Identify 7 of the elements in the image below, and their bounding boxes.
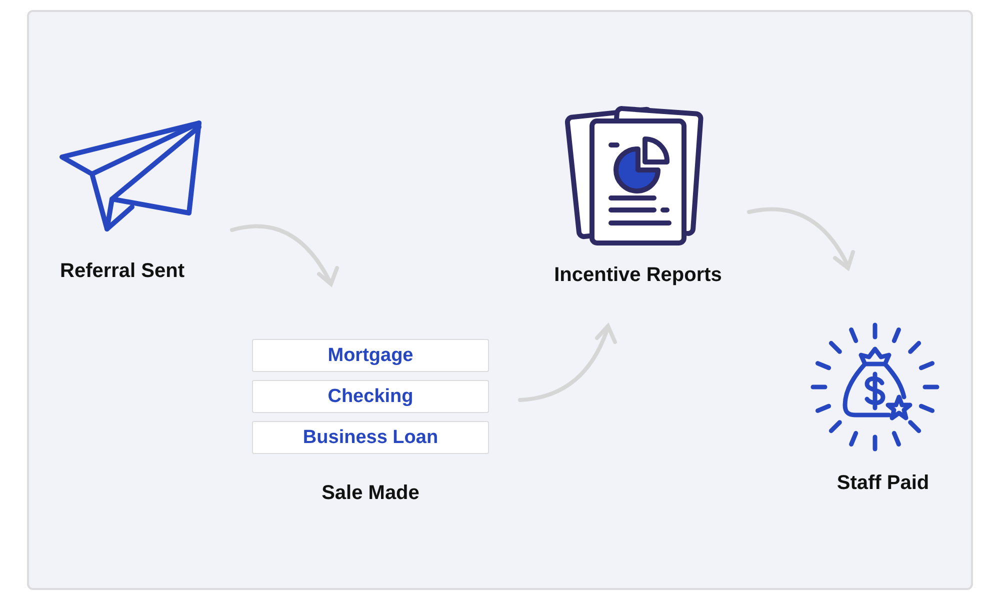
step-label: Sale Made — [320, 482, 420, 505]
product-label: Mortgage — [252, 339, 489, 372]
product-label: Checking — [252, 380, 489, 413]
step-label: Incentive Reports — [553, 264, 723, 287]
step-label: Staff Paid — [836, 472, 930, 495]
step-label: Referral Sent — [60, 260, 184, 283]
product-label: Business Loan — [252, 421, 489, 454]
